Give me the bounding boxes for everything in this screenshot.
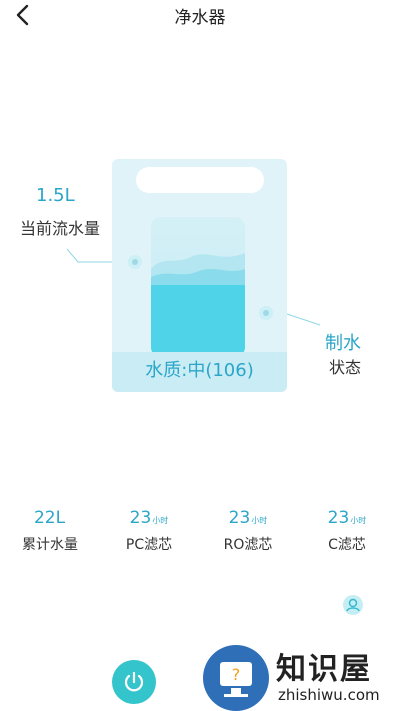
watermark-domain: zhishiwu.com	[278, 686, 380, 704]
stat-unit: 小时	[251, 516, 268, 525]
stat-value: 22L	[33, 508, 66, 528]
stat-value: 23	[327, 508, 350, 528]
stat-value: 23	[129, 508, 152, 528]
watermark-name: 知识屋	[276, 652, 372, 687]
stat-c-filter: 23小时 C滤芯	[302, 508, 392, 554]
svg-text:?: ?	[232, 665, 241, 684]
stat-value: 23	[228, 508, 251, 528]
stat-total-water: 22L 累计水量	[5, 508, 95, 554]
stat-label: 累计水量	[22, 537, 78, 553]
power-icon	[124, 671, 144, 692]
stat-pc-filter: 23小时 PC滤芯	[104, 508, 194, 554]
stat-unit: 小时	[152, 516, 169, 525]
stat-label: PC滤芯	[125, 537, 173, 553]
stat-label: RO滤芯	[223, 537, 273, 553]
user-icon	[343, 595, 363, 615]
power-button[interactable]	[112, 660, 156, 704]
stat-unit: 小时	[350, 516, 367, 525]
status-value: 制水	[325, 333, 361, 354]
stat-label: C滤芯	[328, 537, 366, 553]
user-button[interactable]	[342, 594, 364, 616]
status-label: 状态	[329, 358, 362, 377]
stat-ro-filter: 23小时 RO滤芯	[203, 508, 293, 554]
